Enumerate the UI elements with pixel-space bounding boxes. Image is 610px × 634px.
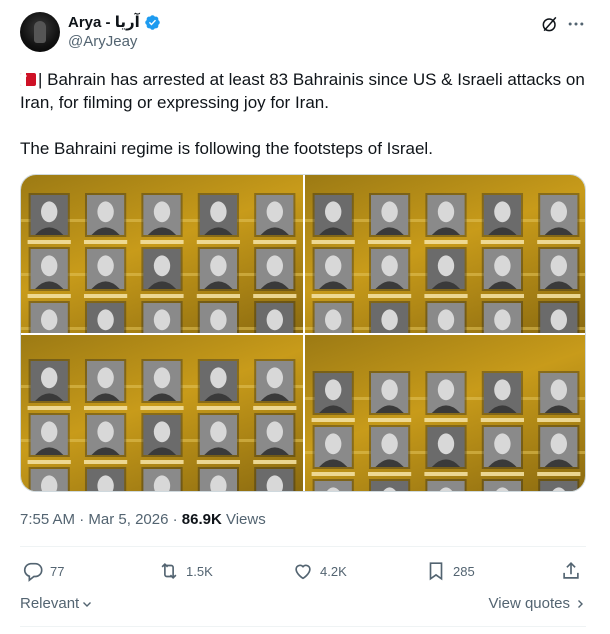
- tweet-line-2: The Bahraini regime is following the foo…: [20, 139, 433, 158]
- bookmark-icon: [429, 562, 443, 581]
- reply-icon: [23, 562, 43, 582]
- share-button[interactable]: [560, 560, 582, 582]
- author-name-row: Arya - آریا: [68, 13, 161, 31]
- tweet-text: | Bahrain has arrested at least 83 Bahra…: [20, 68, 590, 160]
- heart-icon: [295, 564, 311, 580]
- bookmark-count: 285: [453, 563, 475, 579]
- verified-badge-icon: [144, 14, 160, 30]
- divider: [20, 626, 586, 627]
- author-handle[interactable]: @AryJeay: [68, 33, 137, 50]
- tweet-line-1: | Bahrain has arrested at least 83 Bahra…: [20, 70, 585, 112]
- action-bar: 77 1.5K 4.2K 285: [20, 560, 586, 584]
- view-quotes-link[interactable]: View quotes: [489, 595, 586, 612]
- repost-count: 1.5K: [186, 563, 213, 579]
- tweet: Arya - آریا @AryJeay | Bahrain has arres…: [0, 0, 610, 634]
- views-count: 86.9K: [181, 511, 222, 528]
- reply-sort-row: Relevant View quotes: [20, 595, 586, 615]
- meta-separator: ·: [172, 511, 178, 528]
- chevron-right-icon: [578, 599, 583, 608]
- bookmark-button[interactable]: 285: [425, 560, 475, 582]
- like-button[interactable]: 4.2K: [292, 560, 347, 582]
- repost-button[interactable]: 1.5K: [158, 560, 213, 582]
- tweet-date[interactable]: Mar 5, 2026: [88, 511, 168, 528]
- share-icon: [563, 562, 579, 579]
- like-count: 4.2K: [320, 563, 347, 579]
- relevant-sort-button[interactable]: Relevant: [20, 595, 93, 612]
- repost-icon: [161, 562, 177, 580]
- reply-count: 77: [50, 563, 65, 579]
- sort-label: Relevant: [20, 595, 80, 612]
- media-image-4[interactable]: [305, 335, 585, 491]
- media-image-3[interactable]: [21, 335, 303, 491]
- more-icon[interactable]: [566, 14, 586, 34]
- media-grid[interactable]: [20, 174, 586, 492]
- bahrain-flag-icon: [20, 73, 36, 86]
- media-image-2[interactable]: [305, 175, 585, 333]
- tweet-paragraph-1: | Bahrain has arrested at least 83 Bahra…: [20, 68, 590, 114]
- grok-icon[interactable]: [540, 14, 560, 34]
- avatar[interactable]: [20, 12, 60, 52]
- tweet-meta: 7:55 AM · Mar 5, 2026 · 86.9K Views: [20, 511, 266, 528]
- divider: [20, 546, 586, 547]
- reply-button[interactable]: 77: [22, 560, 64, 582]
- view-quotes-label: View quotes: [488, 595, 570, 612]
- tweet-time[interactable]: 7:55 AM: [20, 511, 75, 528]
- views-label: Views: [225, 511, 266, 528]
- author-display-name[interactable]: Arya - آریا: [68, 13, 140, 31]
- meta-separator: ·: [79, 511, 85, 528]
- chevron-down-icon: [83, 601, 92, 607]
- media-image-1[interactable]: [21, 175, 303, 333]
